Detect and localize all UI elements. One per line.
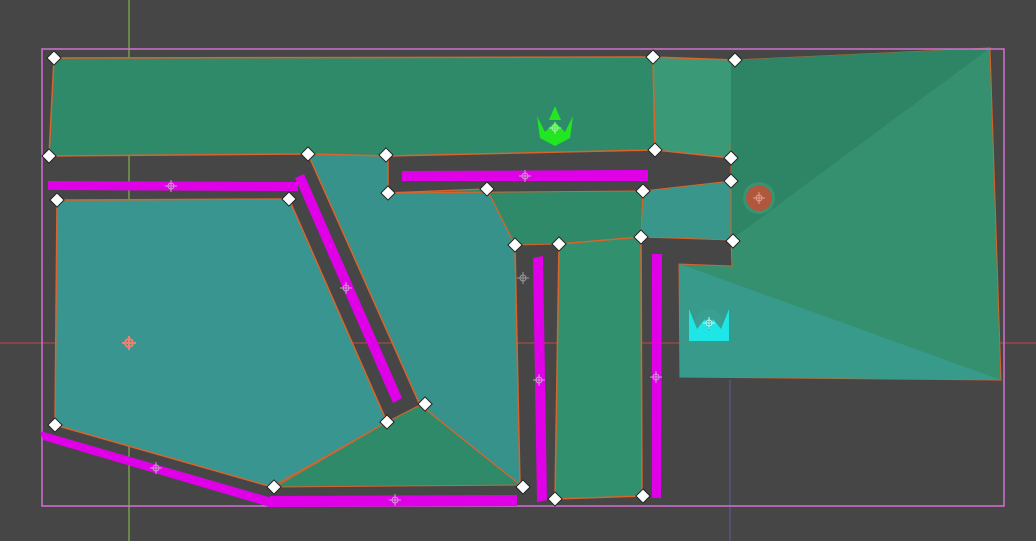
nav-region-top-mid[interactable] bbox=[652, 56, 736, 159]
nav-region-right-connector[interactable] bbox=[640, 180, 732, 241]
nav-region-top-left[interactable] bbox=[48, 56, 656, 157]
editor-viewport[interactable] bbox=[0, 0, 1036, 541]
nav-region-corridor[interactable] bbox=[554, 236, 643, 500]
canvas-2d[interactable] bbox=[0, 0, 1036, 541]
waypoint-circle-icon[interactable] bbox=[743, 182, 775, 214]
wall-bottom[interactable] bbox=[270, 495, 517, 507]
